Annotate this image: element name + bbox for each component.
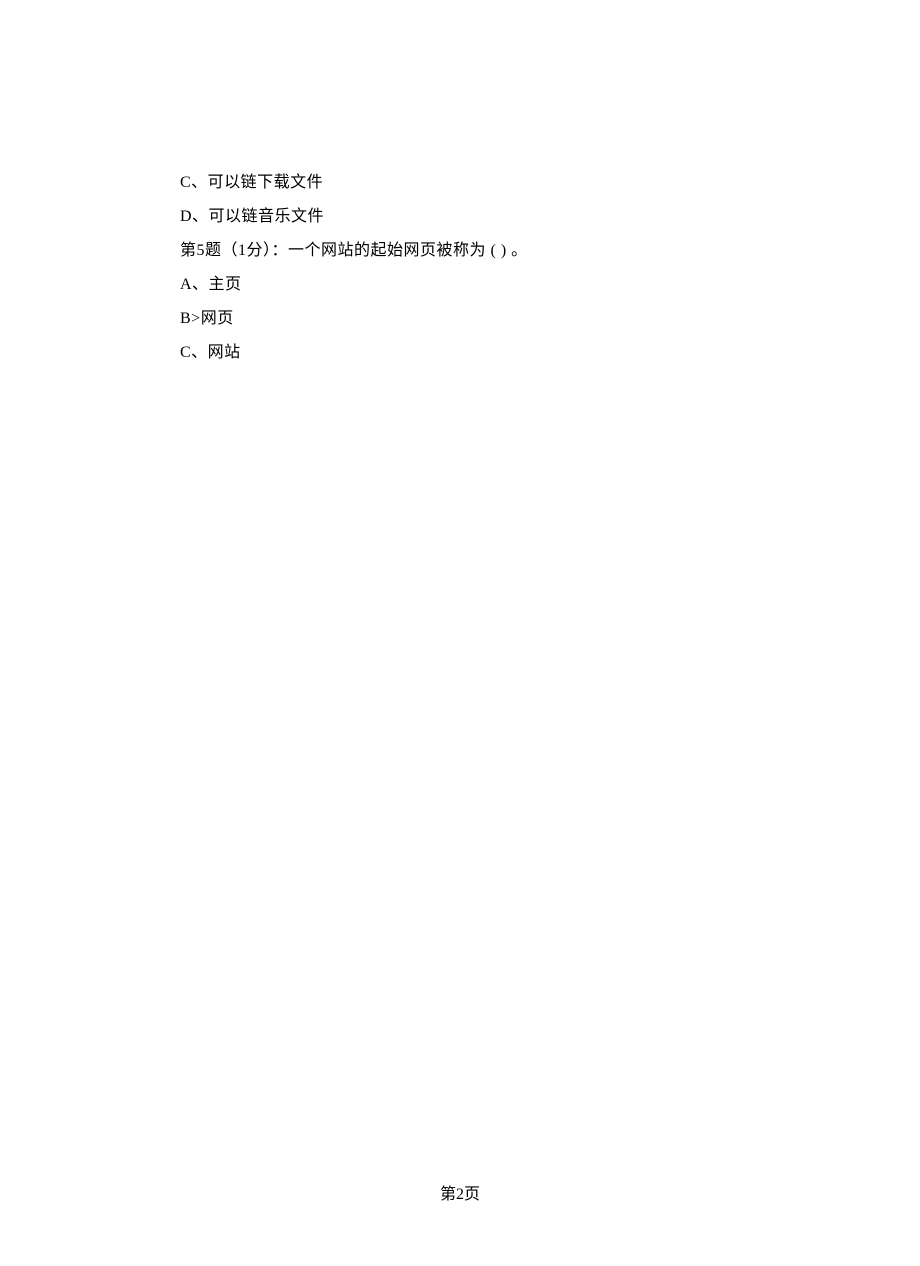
page-number: 第2页 bbox=[0, 1180, 920, 1204]
option-d-prev: D、可以链音乐文件 bbox=[180, 200, 740, 234]
option-c-prev: C、可以链下载文件 bbox=[180, 166, 740, 200]
option-a: A、主页 bbox=[180, 268, 740, 302]
option-c: C、网站 bbox=[180, 336, 740, 370]
option-b: B>网页 bbox=[180, 302, 740, 336]
document-content: C、可以链下载文件 D、可以链音乐文件 第5题（1分）：一个网站的起始网页被称为… bbox=[180, 166, 740, 370]
question-5: 第5题（1分）：一个网站的起始网页被称为 ( ) 。 bbox=[180, 234, 740, 268]
